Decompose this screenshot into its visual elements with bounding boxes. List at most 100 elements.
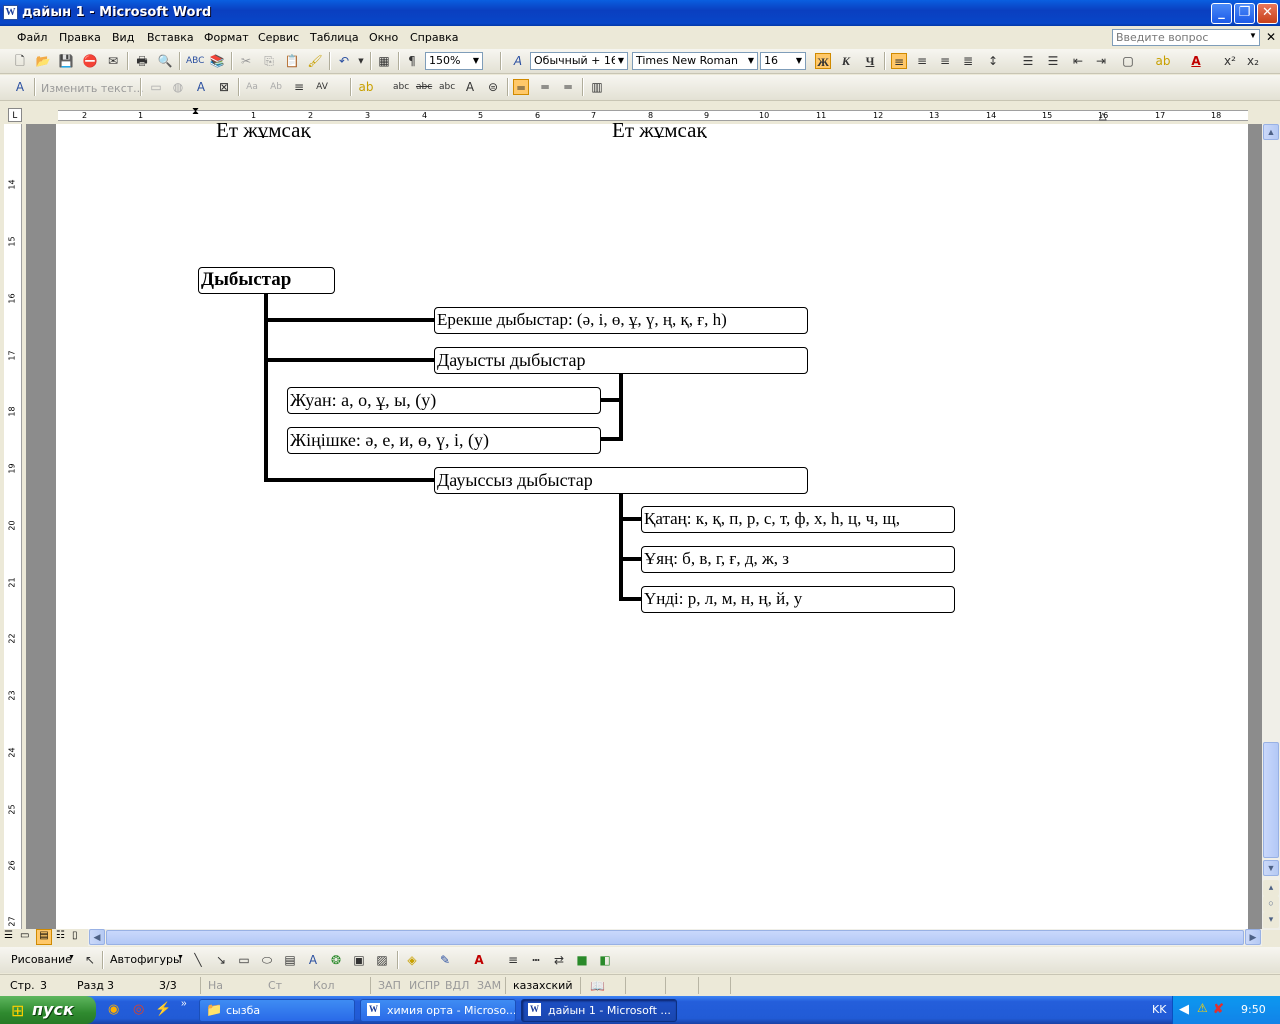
line-style-icon[interactable]: ≡: [505, 952, 521, 968]
line-style-1-icon[interactable]: ═: [513, 79, 529, 95]
quicklaunch-icon-2[interactable]: ◎: [133, 1001, 144, 1017]
consonants-box[interactable]: Дауыссыз дыбыстар: [434, 467, 808, 494]
select-objects-icon[interactable]: ↖: [82, 952, 98, 968]
help-dropdown-icon[interactable]: ▼: [1249, 31, 1257, 40]
menu-insert[interactable]: Вставка: [147, 31, 194, 44]
task-button-1[interactable]: сызба: [199, 999, 355, 1022]
scroll-up-button[interactable]: ▲: [1263, 124, 1279, 140]
spelling-icon[interactable]: ABC: [186, 53, 204, 69]
title-bar[interactable]: W дайын 1 - Microsoft Word: [0, 0, 1280, 26]
arrow-icon[interactable]: ↘: [213, 952, 229, 968]
tray-back-icon[interactable]: ◀: [1179, 1001, 1189, 1017]
scroll-down-button[interactable]: ▼: [1263, 860, 1279, 876]
outline-view-icon[interactable]: ☷: [56, 930, 65, 941]
web-view-icon[interactable]: ▭: [20, 930, 29, 941]
select-browse-object-icon[interactable]: ○: [1263, 896, 1279, 912]
numbering-icon[interactable]: ☰: [1020, 53, 1036, 69]
clock[interactable]: 9:50: [1241, 1003, 1266, 1016]
underline-button[interactable]: Ч: [862, 53, 878, 69]
right-indent-marker[interactable]: △: [1099, 111, 1107, 122]
cons-sonorant-box[interactable]: Үнді: р, л, м, н, ң, й, у: [641, 586, 955, 613]
line-style-3-icon[interactable]: ═: [560, 79, 576, 95]
vowel-hard-box[interactable]: Жуан: а, о, ұ, ы, (у): [287, 387, 601, 414]
status-language[interactable]: казахский: [513, 979, 572, 992]
paste-icon[interactable]: 📋: [284, 53, 300, 69]
reading-view-icon[interactable]: ▯: [72, 930, 78, 941]
document-page[interactable]: Ет жұмсақ Ет жұмсақ Дыбыстар Ерекше дыбы…: [56, 118, 1248, 930]
email-icon[interactable]: ✉: [105, 53, 121, 69]
draw-dropdown-icon[interactable]: ▼: [68, 954, 75, 961]
menu-window[interactable]: Окно: [369, 31, 398, 44]
menu-table[interactable]: Таблица: [310, 31, 359, 44]
undo-dropdown-icon[interactable]: ▼: [353, 53, 369, 69]
italic-button[interactable]: К: [838, 53, 854, 69]
task-button-2[interactable]: химия орта - Microso...: [360, 999, 516, 1022]
quicklaunch-icon-3[interactable]: ⚡: [155, 1001, 171, 1017]
open-icon[interactable]: 📂: [35, 53, 51, 69]
bold-button[interactable]: Ж: [815, 53, 831, 69]
draw-font-color-icon[interactable]: A: [471, 952, 487, 968]
enclose-icon[interactable]: A: [462, 79, 478, 95]
diagram-root-box[interactable]: Дыбыстар: [198, 267, 335, 294]
cons-voiceless-box[interactable]: Қатаң: к, қ, п, р, с, т, ф, х, һ, ц, ч, …: [641, 506, 955, 533]
table-layout-icon[interactable]: ▥: [589, 79, 605, 95]
textbox-icon[interactable]: ▤: [282, 952, 298, 968]
align-text-icon[interactable]: ≡: [291, 79, 307, 95]
bullets-icon[interactable]: ☰: [1045, 53, 1061, 69]
first-line-indent-marker[interactable]: ⧗: [192, 106, 199, 117]
copy-icon[interactable]: ⎘: [261, 53, 277, 69]
word-app-icon[interactable]: W: [3, 5, 18, 20]
save-icon[interactable]: 💾: [58, 53, 74, 69]
diagram-icon[interactable]: ❂: [328, 952, 344, 968]
next-page-icon[interactable]: ▾: [1263, 912, 1279, 928]
autoshapes-dropdown-icon[interactable]: ▼: [177, 954, 184, 961]
fill-color-icon[interactable]: ◈: [404, 952, 420, 968]
wordart-insert-icon[interactable]: A: [305, 952, 321, 968]
line-spacing-icon[interactable]: ↕: [985, 53, 1001, 69]
font-select[interactable]: Times New Roman ▼: [632, 52, 758, 70]
print-icon[interactable]: 🖶: [134, 53, 150, 69]
line-style-2-icon[interactable]: ═: [537, 79, 553, 95]
menu-edit[interactable]: Правка: [59, 31, 101, 44]
vertical-scrollbar[interactable]: ▲ ▼ ▴ ○ ▾: [1262, 124, 1280, 930]
dash-style-icon[interactable]: ┅: [528, 952, 544, 968]
vscroll-thumb[interactable]: [1263, 742, 1279, 858]
close-button[interactable]: ✕: [1257, 3, 1278, 24]
language-indicator[interactable]: KK: [1152, 1003, 1166, 1016]
recolor-icon[interactable]: ◍: [170, 79, 186, 95]
maximize-button[interactable]: ❐: [1234, 3, 1255, 24]
tray-icon-1[interactable]: ⚠: [1197, 1001, 1208, 1015]
decrease-indent-icon[interactable]: ⇤: [1070, 53, 1086, 69]
scroll-right-button[interactable]: ▶: [1245, 929, 1261, 945]
prev-page-icon[interactable]: ▴: [1263, 880, 1279, 896]
align-left-icon[interactable]: ≡: [891, 53, 907, 69]
strike-abc-icon[interactable]: abc: [393, 79, 409, 95]
increase-indent-icon[interactable]: ⇥: [1093, 53, 1109, 69]
vowels-box[interactable]: Дауысты дыбыстар: [434, 347, 808, 374]
styles-pane-icon[interactable]: A: [510, 53, 526, 69]
cons-voiced-box[interactable]: Ұяң: б, в, г, ғ, д, ж, з: [641, 546, 955, 573]
track-highlight-icon[interactable]: ab: [358, 79, 374, 95]
zoom-select[interactable]: 150% ▼: [425, 52, 483, 70]
special-sounds-box[interactable]: Ерекше дыбыстар: (ә, і, ө, ұ, ү, ң, қ, ғ…: [434, 307, 808, 334]
line-color-icon[interactable]: ✎: [437, 952, 453, 968]
format-painter-icon[interactable]: 🖌: [307, 53, 323, 69]
normal-view-icon[interactable]: ☰: [4, 930, 13, 941]
new-document-icon[interactable]: 🗋: [12, 53, 28, 69]
task-button-3-active[interactable]: дайын 1 - Microsoft ...: [521, 999, 677, 1022]
text-direction-icon[interactable]: A: [12, 79, 28, 95]
research-icon[interactable]: 📚: [209, 53, 225, 69]
insert-field-icon[interactable]: ▭: [148, 79, 164, 95]
status-trk[interactable]: ИСПР: [409, 979, 440, 992]
autoshapes-menu[interactable]: Автофигуры: [110, 953, 182, 966]
menu-view[interactable]: Вид: [112, 31, 134, 44]
status-ovr[interactable]: ЗАМ: [477, 979, 501, 992]
horizontal-scrollbar[interactable]: ◀ ▶: [88, 929, 1262, 946]
rectangle-icon[interactable]: ▭: [236, 952, 252, 968]
menu-format[interactable]: Формат: [204, 31, 249, 44]
minimize-button[interactable]: _: [1211, 3, 1232, 24]
undo-icon[interactable]: ↶: [336, 53, 352, 69]
font-size-select[interactable]: 16 ▼: [760, 52, 806, 70]
arrow-style-icon[interactable]: ⇄: [551, 952, 567, 968]
wrap-icon[interactable]: ⊠: [216, 79, 232, 95]
